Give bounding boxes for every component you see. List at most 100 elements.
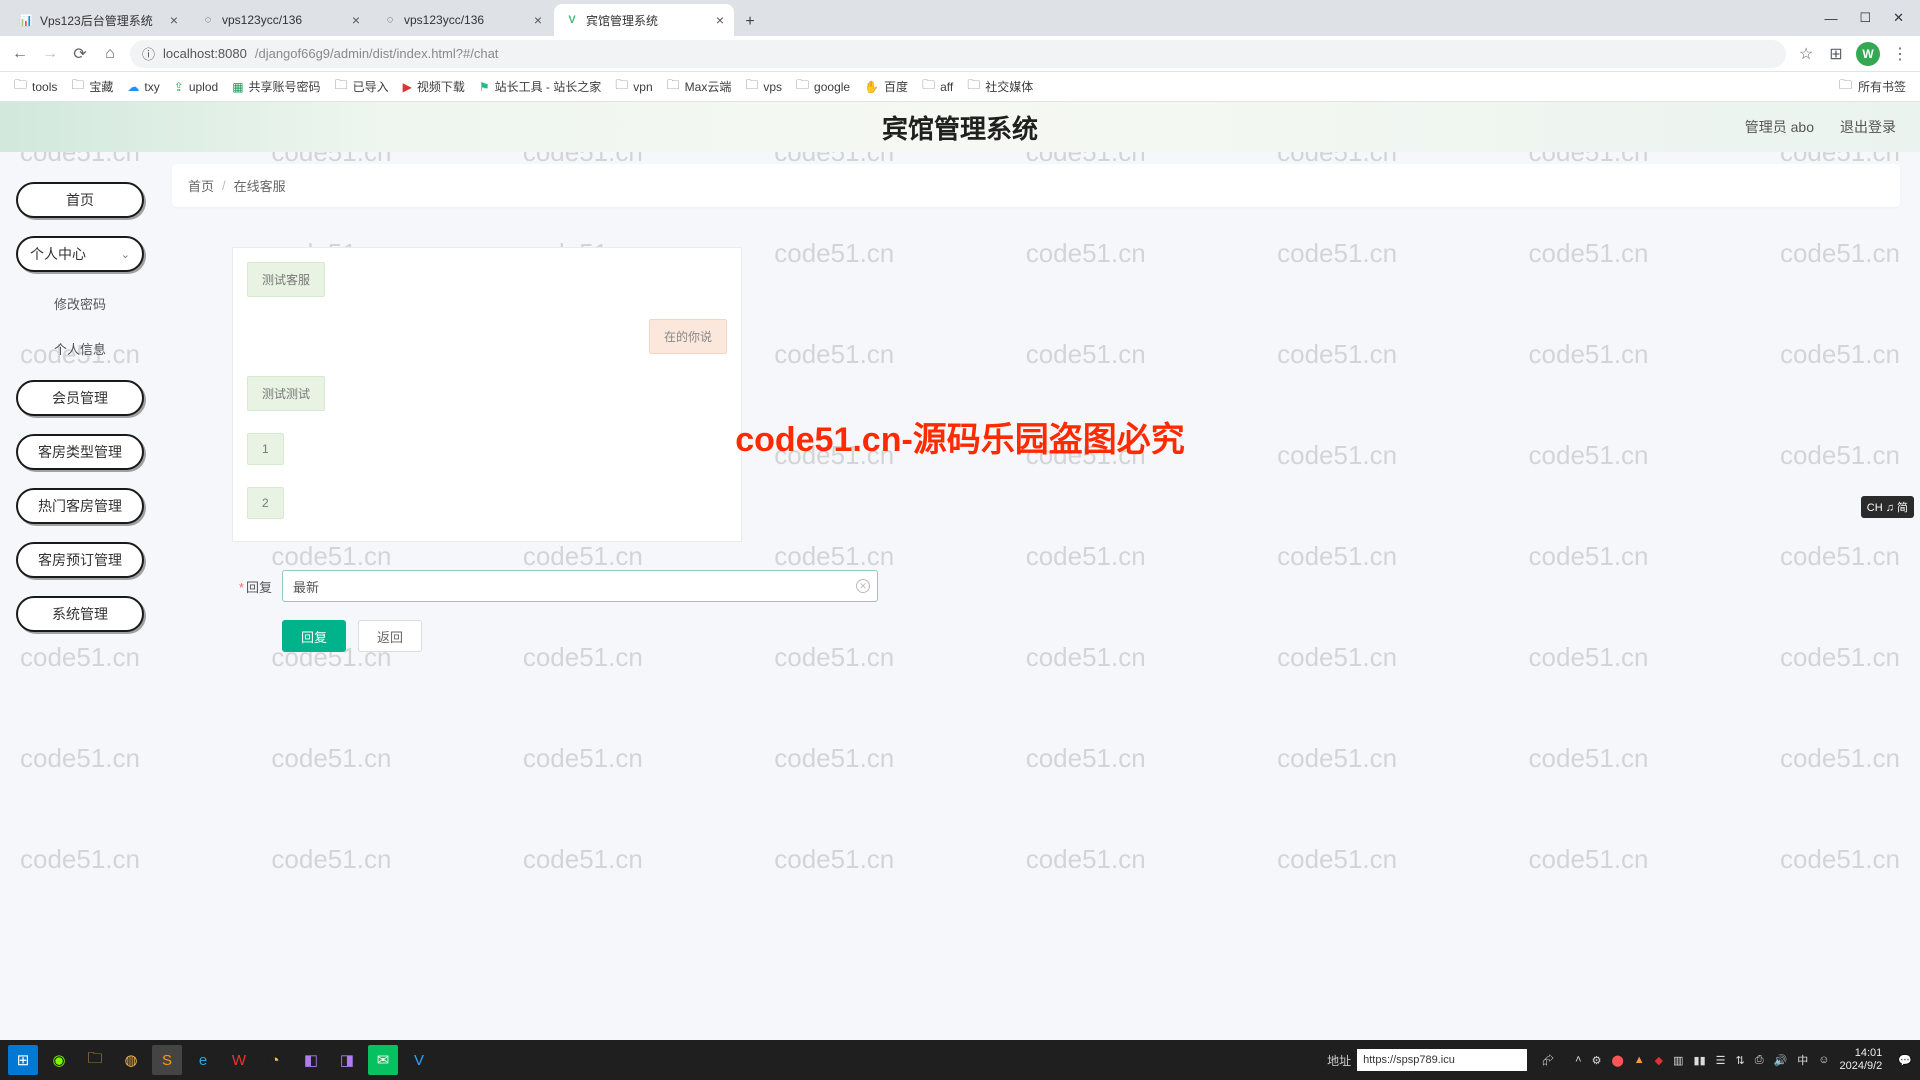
taskbar-app-icon[interactable]: V — [404, 1045, 434, 1075]
bookmark-item[interactable]: 🗀vpn — [615, 76, 652, 98]
bookmark-item[interactable]: ☁txy — [127, 80, 159, 94]
tray-icon[interactable]: ⬤ — [1611, 1054, 1623, 1067]
star-icon[interactable]: ☆ — [1796, 44, 1816, 64]
explorer-icon[interactable]: 🗀 — [80, 1045, 110, 1075]
ime-mode-icon[interactable]: ☺ — [1818, 1054, 1829, 1066]
breadcrumb-home[interactable]: 首页 — [188, 176, 214, 195]
folder-icon: 🗀 — [667, 76, 680, 98]
bookmark-item[interactable]: ⚑站长工具 - 站长之家 — [479, 78, 601, 95]
browser-tab[interactable]: ◌ vps123ycc/136 × — [190, 4, 370, 36]
chat-msg-right: 在的你说 — [649, 319, 727, 354]
nav-personal[interactable]: 个人中心 ⌄ — [16, 236, 144, 272]
nav-home[interactable]: 首页 — [16, 182, 144, 218]
nav-roomtype-mgmt[interactable]: 客房类型管理 — [16, 434, 144, 470]
bookmark-label: 共享账号密码 — [249, 78, 321, 95]
back-button[interactable]: 返回 — [358, 620, 422, 652]
wps-icon[interactable]: W — [224, 1045, 254, 1075]
current-user[interactable]: 管理员 abo — [1745, 117, 1814, 137]
bookmark-item[interactable]: 🗀社交媒体 — [967, 76, 1033, 98]
browser-tab[interactable]: ◌ vps123ycc/136 × — [372, 4, 552, 36]
taskbar-go-icon[interactable]: ⮳ — [1533, 1045, 1563, 1075]
taskbar-clock[interactable]: 14:01 2024/9/2 — [1839, 1047, 1888, 1072]
home-icon[interactable]: ⌂ — [100, 44, 120, 64]
bookmark-item[interactable]: ▶视频下载 — [403, 78, 465, 95]
close-window-icon[interactable]: ✕ — [1893, 10, 1904, 26]
bookmark-item[interactable]: 🗀google — [796, 76, 850, 98]
clear-icon[interactable]: ✕ — [856, 579, 870, 593]
bookmark-item[interactable]: ▦共享账号密码 — [232, 78, 320, 95]
reply-button[interactable]: 回复 — [282, 620, 346, 652]
sublime-icon[interactable]: S — [152, 1045, 182, 1075]
nav-personal-info[interactable]: 个人信息 — [16, 335, 144, 362]
taskbar-app-icon[interactable]: ◔ — [260, 1045, 290, 1075]
idea-icon[interactable]: ◨ — [332, 1045, 362, 1075]
minimize-icon[interactable]: — — [1824, 11, 1837, 26]
nav-label: 客房类型管理 — [38, 442, 122, 462]
logout-link[interactable]: 退出登录 — [1840, 117, 1896, 137]
taskbar-url-field[interactable]: https://spsp789.icu — [1357, 1049, 1527, 1071]
extensions-icon[interactable]: ⊞ — [1826, 44, 1846, 64]
window-controls: — ☐ ✕ — [1808, 0, 1920, 36]
address-bar[interactable]: ⓘ localhost:8080/djangof66g9/admin/dist/… — [130, 40, 1786, 68]
close-icon[interactable]: × — [716, 13, 724, 27]
chat-history[interactable]: 测试客服 在的你说 测试测试 1 2 — [232, 247, 742, 542]
bookmark-item[interactable]: ⇪uplod — [174, 80, 218, 94]
site-info-icon[interactable]: ⓘ — [142, 44, 155, 63]
ime-icon[interactable]: 中 — [1797, 1052, 1808, 1068]
tray-icon[interactable]: ◆ — [1655, 1054, 1663, 1067]
bookmark-item[interactable]: 🗀已导入 — [335, 76, 389, 98]
all-bookmarks[interactable]: 🗀所有书签 — [1839, 76, 1906, 98]
bookmark-label: tools — [32, 80, 57, 94]
bookmark-label: 宝藏 — [89, 78, 113, 95]
volume-icon[interactable]: 🔊 — [1774, 1054, 1788, 1067]
edge-icon[interactable]: e — [188, 1045, 218, 1075]
taskbar-app-icon[interactable]: ◧ — [296, 1045, 326, 1075]
nav-hotroom-mgmt[interactable]: 热门客房管理 — [16, 488, 144, 524]
nav-system-mgmt[interactable]: 系统管理 — [16, 596, 144, 632]
tray-icon[interactable]: ▮▮ — [1694, 1054, 1706, 1067]
bookmark-item[interactable]: 🗀宝藏 — [71, 76, 113, 98]
app-header: 宾馆管理系统 管理员 abo 退出登录 — [0, 102, 1920, 152]
close-icon[interactable]: × — [534, 13, 542, 27]
video-icon: ▶ — [403, 80, 412, 94]
tray-icon[interactable]: ▲ — [1634, 1054, 1645, 1066]
new-tab-button[interactable]: + — [736, 8, 764, 36]
chrome-icon[interactable]: ◍ — [116, 1045, 146, 1075]
bookmark-item[interactable]: 🗀vps — [745, 76, 782, 98]
wifi-icon[interactable]: ⎙ — [1755, 1054, 1764, 1067]
tool-icon: ⚑ — [479, 80, 490, 94]
tray-icon[interactable]: ▥ — [1673, 1054, 1683, 1067]
reply-input[interactable] — [282, 570, 878, 602]
nav-booking-mgmt[interactable]: 客房预订管理 — [16, 542, 144, 578]
profile-avatar[interactable]: W — [1856, 42, 1880, 66]
maximize-icon[interactable]: ☐ — [1859, 10, 1871, 26]
nav-member-mgmt[interactable]: 会员管理 — [16, 380, 144, 416]
close-icon[interactable]: × — [352, 13, 360, 27]
folder-icon: 🗀 — [922, 76, 935, 98]
taskbar-app-icon[interactable]: ◉ — [44, 1045, 74, 1075]
bookmark-item[interactable]: 🗀tools — [14, 76, 57, 98]
browser-toolbar: ← → ⟳ ⌂ ⓘ localhost:8080/djangof66g9/adm… — [0, 36, 1920, 72]
nav-label: 首页 — [66, 190, 94, 210]
bookmark-item[interactable]: 🗀Max云端 — [667, 76, 732, 98]
tray-icon[interactable]: ⇅ — [1736, 1054, 1745, 1067]
menu-icon[interactable]: ⋮ — [1890, 44, 1910, 64]
notifications-icon[interactable]: 💬 — [1898, 1054, 1912, 1067]
bookmark-item[interactable]: 🗀aff — [922, 76, 953, 98]
wechat-icon[interactable]: ✉ — [368, 1045, 398, 1075]
start-icon[interactable]: ⊞ — [8, 1045, 38, 1075]
tray-icon[interactable]: ☰ — [1716, 1054, 1726, 1067]
back-icon[interactable]: ← — [10, 44, 30, 64]
chevron-down-icon: ⌄ — [121, 248, 130, 261]
tray-up-icon[interactable]: ˄ — [1575, 1054, 1581, 1066]
forward-icon[interactable]: → — [40, 44, 60, 64]
bookmark-item[interactable]: ✋百度 — [864, 78, 908, 95]
breadcrumb: 首页 / 在线客服 — [172, 164, 1900, 207]
browser-tab-active[interactable]: V 宾馆管理系统 × — [554, 4, 734, 36]
tray-icon[interactable]: ⚙ — [1592, 1054, 1602, 1067]
close-icon[interactable]: × — [170, 13, 178, 27]
browser-tab[interactable]: 📊 Vps123后台管理系统 × — [8, 4, 188, 36]
reload-icon[interactable]: ⟳ — [70, 44, 90, 64]
folder-icon: 🗀 — [1839, 76, 1852, 98]
nav-change-password[interactable]: 修改密码 — [16, 290, 144, 317]
